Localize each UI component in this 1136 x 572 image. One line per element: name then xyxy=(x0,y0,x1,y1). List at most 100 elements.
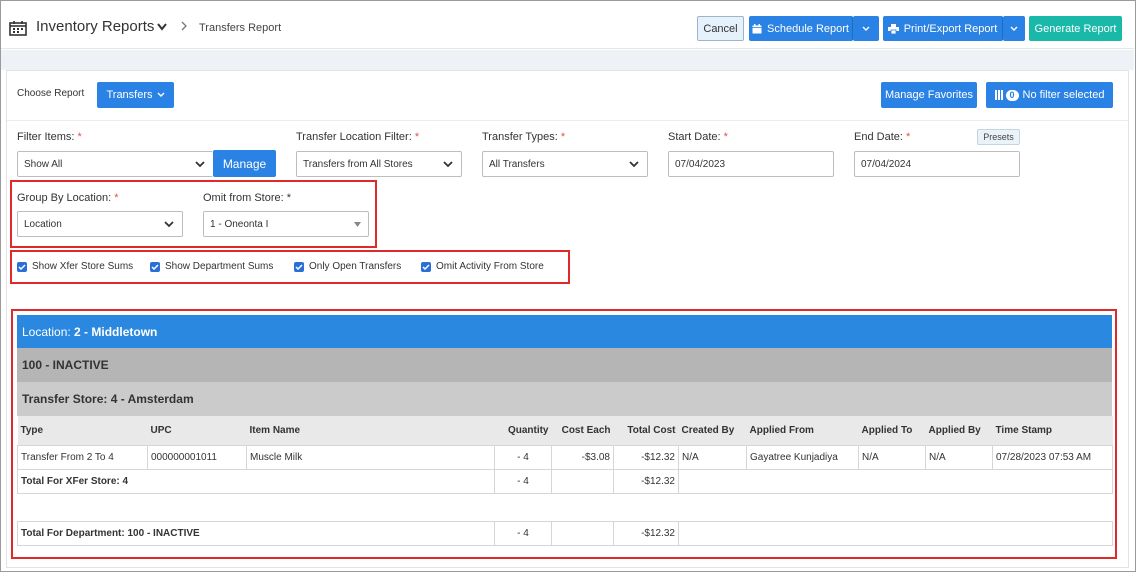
spacer-row xyxy=(17,492,1113,522)
print-export-label: Print/Export Report xyxy=(903,22,998,35)
end-date-input[interactable]: 07/04/2024 xyxy=(854,151,1020,177)
cell-applied-to: N/A xyxy=(858,444,926,470)
column-header[interactable]: Time Stamp xyxy=(992,416,1113,445)
column-header[interactable]: Item Name xyxy=(246,416,495,445)
column-header[interactable]: Applied By xyxy=(925,416,993,445)
location-prefix: Location: xyxy=(22,324,71,339)
column-header[interactable]: Total Cost xyxy=(613,416,679,445)
filter-items-label-text: Filter Items: xyxy=(17,131,75,143)
report-location-header: Location: 2 - Middletown xyxy=(17,315,1112,348)
checkbox-show-department-sums[interactable]: Show Department Sums xyxy=(150,261,273,272)
print-dropdown-button[interactable] xyxy=(1003,16,1025,41)
cancel-label: Cancel xyxy=(703,22,738,35)
transfer-types-select[interactable]: All Transfers xyxy=(482,151,648,177)
cell-cost-each: -$3.08 xyxy=(551,444,614,470)
transfer-store-name: Transfer Store: 4 - Amsterdam xyxy=(22,392,194,406)
cell-item-name: Muscle Milk xyxy=(246,444,495,470)
transfer-types-label: Transfer Types: * xyxy=(482,131,565,143)
filter-items-select[interactable]: Show All xyxy=(17,151,213,177)
department-total-cost: -$12.32 xyxy=(613,520,679,546)
report-transfer-store-header: Transfer Store: 4 - Amsterdam xyxy=(17,382,1112,416)
end-date-label-text: End Date: xyxy=(854,131,903,143)
column-header[interactable]: Applied To xyxy=(858,416,926,445)
printer-icon xyxy=(887,23,899,34)
manage-items-button[interactable]: Manage xyxy=(213,150,276,177)
column-header[interactable]: Quantity xyxy=(494,416,552,445)
checkbox-checked-icon xyxy=(294,261,304,272)
start-date-input[interactable]: 07/04/2023 xyxy=(668,151,834,177)
store-total-label: Total For XFer Store: 4 xyxy=(17,468,495,494)
generate-report-button[interactable]: Generate Report xyxy=(1029,16,1122,41)
empty-cell xyxy=(678,468,1113,494)
checkbox-checked-icon xyxy=(421,261,431,272)
filter-status-label: No filter selected xyxy=(1022,89,1105,101)
column-header[interactable]: Cost Each xyxy=(551,416,614,445)
cell-upc: 000000001011 xyxy=(147,444,247,470)
department-total-quantity: - 4 xyxy=(494,520,552,546)
cell-applied-by: N/A xyxy=(925,444,993,470)
caret-down-icon xyxy=(354,222,361,227)
chevron-down-icon xyxy=(629,161,639,168)
column-header[interactable]: Type xyxy=(17,416,148,445)
report-table: Type UPC Item Name Quantity Cost Each To… xyxy=(17,416,1113,546)
column-header[interactable]: Created By xyxy=(678,416,747,445)
start-date-value: 07/04/2023 xyxy=(675,158,726,170)
cancel-button[interactable]: Cancel xyxy=(697,16,744,41)
empty-cell xyxy=(551,520,614,546)
cell-type: Transfer From 2 To 4 xyxy=(17,444,148,470)
checkbox-show-xfer-store-sums[interactable]: Show Xfer Store Sums xyxy=(17,261,133,272)
empty-cell xyxy=(678,520,1113,546)
checkbox-label: Omit Activity From Store xyxy=(436,261,544,272)
empty-cell xyxy=(551,468,614,494)
calendar-grid-icon xyxy=(9,21,27,36)
checkbox-label: Only Open Transfers xyxy=(309,261,402,272)
manage-label: Manage xyxy=(222,156,267,171)
group-by-label-text: Group By Location: xyxy=(17,192,112,204)
breadcrumb-current: Transfers Report xyxy=(199,22,282,34)
transfer-location-value: Transfers from All Stores xyxy=(303,158,413,170)
checkbox-label: Show Department Sums xyxy=(165,261,274,272)
table-row: Transfer From 2 To 4 000000001011 Muscle… xyxy=(17,444,1113,470)
omit-store-select[interactable]: 1 - Oneonta I xyxy=(203,211,369,237)
chevron-down-icon xyxy=(1010,26,1018,31)
column-header[interactable]: Applied From xyxy=(746,416,859,445)
choose-report-value: Transfers xyxy=(106,89,153,101)
presets-button[interactable]: Presets xyxy=(977,129,1020,145)
chevron-down-icon[interactable] xyxy=(156,22,168,32)
transfer-location-select[interactable]: Transfers from All Stores xyxy=(296,151,462,177)
department-name: 100 - INACTIVE xyxy=(22,358,109,372)
filter-items-label: Filter Items: * xyxy=(17,131,82,143)
omit-store-value: 1 - Oneonta I xyxy=(210,218,269,230)
checkbox-omit-activity-from-store[interactable]: Omit Activity From Store xyxy=(421,261,544,272)
calendar-icon xyxy=(752,23,762,33)
group-by-select[interactable]: Location xyxy=(17,211,183,237)
choose-report-label: Choose Report xyxy=(17,88,85,99)
header-spacer xyxy=(1,50,1134,70)
start-date-label: Start Date: * xyxy=(668,131,728,143)
app-title[interactable]: Inventory Reports xyxy=(36,18,154,35)
department-total-label: Total For Department: 100 - INACTIVE xyxy=(17,520,495,546)
chevron-down-icon xyxy=(195,161,205,168)
generate-report-label: Generate Report xyxy=(1034,22,1117,35)
required-mark: * xyxy=(905,131,911,143)
checkbox-checked-icon xyxy=(17,261,27,272)
schedule-report-button[interactable]: Schedule Report xyxy=(749,16,853,41)
presets-label: Presets xyxy=(983,132,1014,142)
column-header[interactable]: UPC xyxy=(147,416,247,445)
required-mark: * xyxy=(560,131,566,143)
chevron-down-icon xyxy=(157,92,165,97)
cell-total-cost: -$12.32 xyxy=(613,444,679,470)
manage-favorites-button[interactable]: Manage Favorites xyxy=(881,82,977,108)
cell-quantity: - 4 xyxy=(494,444,552,470)
required-mark: * xyxy=(77,131,82,143)
checkbox-only-open-transfers[interactable]: Only Open Transfers xyxy=(294,261,401,272)
schedule-dropdown-button[interactable] xyxy=(853,16,879,41)
choose-report-dropdown[interactable]: Transfers xyxy=(97,82,174,108)
empty-cell xyxy=(17,492,1113,522)
chevron-down-icon xyxy=(443,161,453,168)
transfer-types-value: All Transfers xyxy=(489,158,545,170)
print-export-button[interactable]: Print/Export Report xyxy=(883,16,1003,41)
required-mark: * xyxy=(723,131,728,143)
cell-created-by: N/A xyxy=(678,444,747,470)
filter-status-button[interactable]: 0 No filter selected xyxy=(986,82,1113,108)
